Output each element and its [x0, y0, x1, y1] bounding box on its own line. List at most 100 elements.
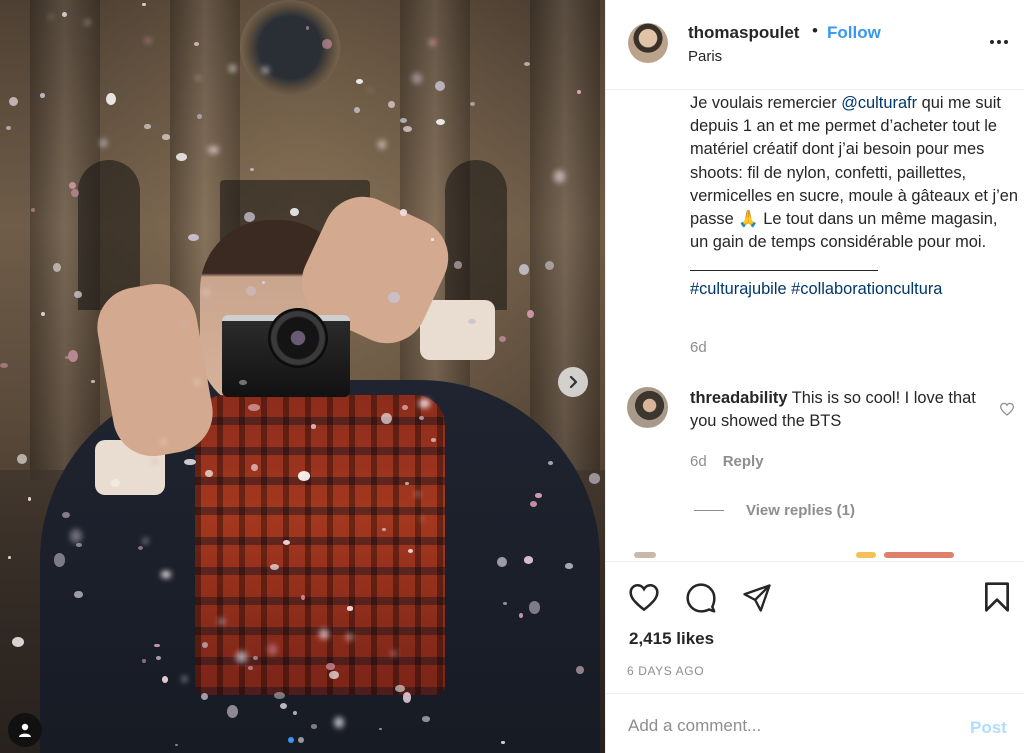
carousel-dot: [298, 737, 304, 743]
confetti-piece: [11, 637, 24, 648]
confetti-piece: [235, 651, 248, 663]
more-options-button[interactable]: [987, 32, 1011, 52]
bookmark-icon[interactable]: [983, 581, 1011, 613]
reply-button[interactable]: Reply: [723, 453, 764, 470]
post-comment-button[interactable]: Post: [970, 718, 1007, 738]
confetti-piece: [290, 208, 299, 217]
confetti-piece: [377, 140, 387, 150]
comment-heart-icon[interactable]: [999, 402, 1015, 416]
author-avatar[interactable]: [628, 23, 668, 63]
heart-icon[interactable]: [628, 582, 660, 612]
confetti-piece: [333, 717, 344, 729]
plaid-scarf: [195, 395, 445, 695]
confetti-piece: [99, 138, 107, 147]
confetti-piece: [346, 606, 354, 611]
comment-meta: 6d Reply: [690, 453, 764, 470]
confetti-piece: [519, 613, 523, 618]
confetti-piece: [534, 493, 542, 498]
post-photo[interactable]: [0, 0, 605, 753]
confetti-piece: [500, 741, 506, 744]
post-date[interactable]: 6 DAYS AGO: [627, 664, 704, 678]
confetti-piece: [402, 692, 412, 703]
confetti-piece: [279, 702, 287, 709]
next-slide-button[interactable]: [558, 367, 588, 397]
view-replies-button[interactable]: View replies (1): [694, 502, 855, 519]
confetti-piece: [8, 96, 18, 107]
confetti-piece: [498, 335, 507, 343]
confetti-piece: [16, 453, 28, 464]
confetti-piece: [162, 134, 171, 140]
confetti-piece: [354, 106, 361, 114]
camera-lens: [268, 308, 328, 368]
confetti-piece: [502, 602, 508, 605]
confetti-piece: [0, 362, 8, 368]
author-username[interactable]: thomaspoulet: [688, 23, 799, 43]
confetti-piece: [319, 628, 329, 640]
confetti-piece: [161, 440, 166, 445]
follow-button[interactable]: Follow: [827, 23, 881, 43]
confetti-piece: [181, 322, 186, 325]
confetti-piece: [378, 727, 382, 730]
header-separator: •: [812, 21, 818, 40]
post-header: thomaspoulet • Follow Paris: [606, 0, 1024, 90]
confetti-piece: [454, 261, 463, 269]
right-sleeve-cuff: [420, 300, 495, 360]
praying-hands-emoji: 🙏: [738, 210, 759, 229]
confetti-piece: [54, 553, 66, 567]
likes-count[interactable]: 2,415 likes: [629, 629, 714, 649]
confetti-piece: [75, 542, 83, 547]
carousel-indicator: [288, 737, 304, 743]
confetti-piece: [310, 424, 317, 429]
confetti-piece: [39, 93, 45, 98]
confetti-piece: [421, 716, 431, 723]
facade-column: [530, 0, 600, 480]
caption-text: Je voulais remercier: [690, 94, 842, 112]
post-location[interactable]: Paris: [688, 48, 722, 65]
confetti-piece: [202, 289, 209, 296]
confetti-piece: [69, 529, 82, 543]
confetti-piece: [141, 658, 146, 663]
confetti-piece: [321, 39, 332, 50]
caption-mention-link[interactable]: @culturafr: [841, 94, 917, 112]
share-icon[interactable]: [742, 583, 772, 613]
confetti-piece: [262, 66, 269, 73]
confetti-piece: [470, 101, 476, 106]
confetti-piece: [415, 491, 420, 497]
hashtag-link[interactable]: #collaborationcultura: [791, 280, 942, 298]
commenter-username[interactable]: threadability: [690, 389, 787, 407]
user-tag-icon: [19, 723, 31, 737]
confetti-piece: [248, 666, 253, 670]
comments-section[interactable]: Je voulais remercier @culturafr qui me s…: [606, 91, 1024, 561]
confetti-piece: [261, 281, 265, 285]
confetti-piece: [73, 290, 82, 299]
confetti-piece: [402, 404, 408, 410]
confetti-piece: [402, 125, 412, 132]
confetti-piece: [249, 167, 254, 172]
confetti-piece: [70, 188, 79, 197]
confetti-piece: [91, 379, 95, 383]
confetti-piece: [326, 662, 335, 671]
caption-timestamp[interactable]: 6d: [690, 339, 707, 356]
confetti-piece: [311, 724, 318, 729]
confetti-piece: [239, 379, 247, 386]
next-comment-emoji-edge: [884, 552, 954, 558]
confetti-piece: [577, 89, 581, 94]
commenter-avatar[interactable]: [627, 387, 668, 428]
hashtag-link[interactable]: #culturajubile: [690, 280, 787, 298]
comment-timestamp[interactable]: 6d: [690, 453, 707, 470]
confetti-piece: [430, 438, 436, 442]
post-side-panel: thomaspoulet • Follow Paris Je voulais r…: [605, 0, 1024, 753]
comment-input[interactable]: [628, 716, 948, 736]
confetti-piece: [193, 42, 199, 46]
confetti-piece: [388, 101, 396, 109]
tagged-users-button[interactable]: [8, 713, 42, 747]
more-options-icon: [990, 40, 994, 44]
caption-divider: [690, 261, 878, 272]
carousel-dot-active: [288, 737, 294, 743]
confetti-piece: [184, 458, 196, 466]
confetti-piece: [434, 80, 445, 91]
comment-icon[interactable]: [685, 582, 717, 614]
facade-window: [445, 160, 507, 310]
confetti-piece: [399, 209, 407, 216]
confetti-piece: [246, 285, 256, 296]
